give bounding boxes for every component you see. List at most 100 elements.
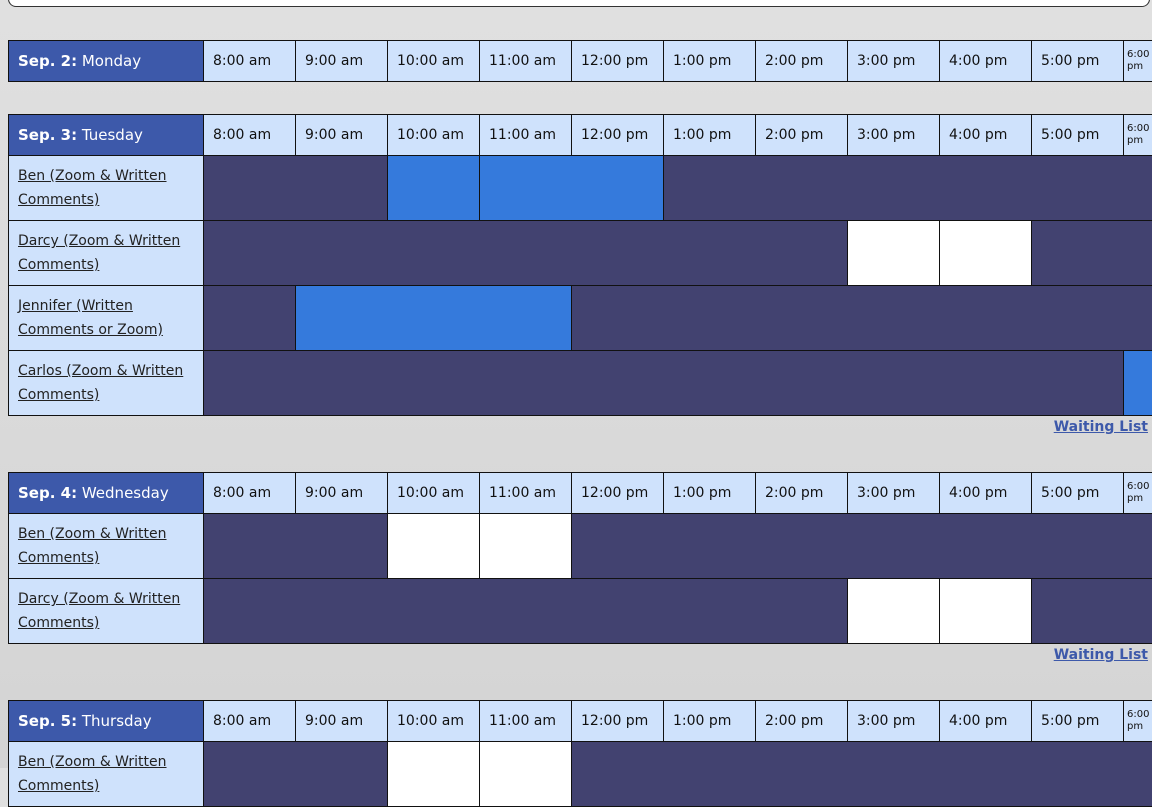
hour-header: 1:00 pm (664, 701, 756, 742)
hour-header: 5:00 pm (1032, 41, 1124, 82)
hour-header: 11:00 am (480, 115, 572, 156)
hour-header: 10:00 am (388, 473, 480, 514)
day-date: Sep. 2: (18, 52, 77, 70)
waiting-list-link[interactable]: Waiting List (1054, 419, 1148, 435)
header-row: Sep. 3: Tuesday8:00 am9:00 am10:00 am11:… (9, 115, 1152, 156)
hour-header: 3:00 pm (848, 115, 940, 156)
hour-header: 2:00 pm (756, 701, 848, 742)
hour-header: 9:00 am (296, 473, 388, 514)
hour-header: 3:00 pm (848, 473, 940, 514)
day-label: Sep. 5: Thursday (9, 701, 204, 742)
hour-header: 1:00 pm (664, 41, 756, 82)
hour-header: 8:00 am (204, 473, 296, 514)
hour-header: 10:00 am (388, 701, 480, 742)
day-schedule: Sep. 4: Wednesday8:00 am9:00 am10:00 am1… (8, 472, 1152, 644)
person-row: Ben (Zoom & Written Comments) (9, 514, 1152, 579)
day-date: Sep. 5: (18, 712, 77, 730)
slot-available[interactable] (480, 742, 572, 807)
header-row: Sep. 2: Monday8:00 am9:00 am10:00 am11:0… (9, 41, 1152, 82)
hour-header: 4:00 pm (940, 115, 1032, 156)
day-weekday: Tuesday (82, 126, 143, 144)
slot-booked (572, 742, 1152, 807)
hour-header: 6:00 pm (1124, 41, 1152, 82)
hour-header: 1:00 pm (664, 115, 756, 156)
slot-selected[interactable] (480, 156, 664, 221)
day-schedule: Sep. 2: Monday8:00 am9:00 am10:00 am11:0… (8, 40, 1152, 82)
slot-booked (1032, 579, 1152, 644)
person-row: Carlos (Zoom & Written Comments) (9, 351, 1152, 416)
day-table: Sep. 4: Wednesday8:00 am9:00 am10:00 am1… (8, 472, 1152, 644)
day-weekday: Wednesday (82, 484, 169, 502)
person-cell: Jennifer (Written Comments or Zoom) (9, 286, 204, 351)
slot-booked (204, 221, 848, 286)
day-table: Sep. 3: Tuesday8:00 am9:00 am10:00 am11:… (8, 114, 1152, 416)
slot-booked (204, 286, 296, 351)
hour-header: 10:00 am (388, 41, 480, 82)
hour-header: 4:00 pm (940, 701, 1032, 742)
day-label: Sep. 4: Wednesday (9, 473, 204, 514)
slot-selected[interactable] (296, 286, 572, 351)
day-table: Sep. 5: Thursday8:00 am9:00 am10:00 am11… (8, 700, 1152, 807)
hour-header: 5:00 pm (1032, 701, 1124, 742)
day-weekday: Monday (82, 52, 141, 70)
waiting-list-link[interactable]: Waiting List (1054, 647, 1148, 663)
slot-available[interactable] (388, 514, 480, 579)
person-row: Darcy (Zoom & Written Comments) (9, 221, 1152, 286)
hour-header: 4:00 pm (940, 41, 1032, 82)
person-link[interactable]: Darcy (Zoom & Written Comments) (18, 591, 180, 631)
hour-header: 6:00 pm (1124, 115, 1152, 156)
person-link[interactable]: Ben (Zoom & Written Comments) (18, 526, 167, 566)
slot-booked (204, 351, 1124, 416)
slot-booked (204, 742, 388, 807)
hour-header: 6:00 pm (1124, 473, 1152, 514)
person-link[interactable]: Ben (Zoom & Written Comments) (18, 168, 167, 208)
person-row: Darcy (Zoom & Written Comments) (9, 579, 1152, 644)
day-label: Sep. 2: Monday (9, 41, 204, 82)
day-schedule: Sep. 3: Tuesday8:00 am9:00 am10:00 am11:… (8, 114, 1152, 416)
slot-booked (204, 156, 388, 221)
person-link[interactable]: Ben (Zoom & Written Comments) (18, 754, 167, 794)
hour-header: 2:00 pm (756, 115, 848, 156)
hour-header: 11:00 am (480, 701, 572, 742)
slot-available[interactable] (940, 221, 1032, 286)
hour-header: 8:00 am (204, 701, 296, 742)
hour-header: 3:00 pm (848, 41, 940, 82)
hour-header: 9:00 am (296, 701, 388, 742)
slot-booked (572, 286, 1152, 351)
header-row: Sep. 4: Wednesday8:00 am9:00 am10:00 am1… (9, 473, 1152, 514)
slot-available[interactable] (388, 742, 480, 807)
day-schedule: Sep. 5: Thursday8:00 am9:00 am10:00 am11… (8, 700, 1152, 807)
person-row: Ben (Zoom & Written Comments) (9, 156, 1152, 221)
slot-booked (572, 514, 1152, 579)
day-date: Sep. 4: (18, 484, 77, 502)
hour-header: 9:00 am (296, 115, 388, 156)
hour-header: 12:00 pm (572, 473, 664, 514)
person-link[interactable]: Carlos (Zoom & Written Comments) (18, 363, 183, 403)
hour-header: 4:00 pm (940, 473, 1032, 514)
slot-selected[interactable] (1124, 351, 1152, 416)
slot-available[interactable] (480, 514, 572, 579)
person-cell: Ben (Zoom & Written Comments) (9, 156, 204, 221)
person-cell: Darcy (Zoom & Written Comments) (9, 579, 204, 644)
hour-header: 2:00 pm (756, 41, 848, 82)
person-link[interactable]: Darcy (Zoom & Written Comments) (18, 233, 180, 273)
slot-available[interactable] (848, 579, 940, 644)
slot-booked (664, 156, 1152, 221)
person-link[interactable]: Jennifer (Written Comments or Zoom) (18, 298, 163, 338)
hour-header: 5:00 pm (1032, 115, 1124, 156)
hour-header: 8:00 am (204, 41, 296, 82)
slot-booked (1032, 221, 1152, 286)
hour-header: 8:00 am (204, 115, 296, 156)
person-cell: Darcy (Zoom & Written Comments) (9, 221, 204, 286)
header-row: Sep. 5: Thursday8:00 am9:00 am10:00 am11… (9, 701, 1152, 742)
hour-header: 12:00 pm (572, 41, 664, 82)
person-row: Ben (Zoom & Written Comments) (9, 742, 1152, 807)
hour-header: 12:00 pm (572, 701, 664, 742)
slot-available[interactable] (848, 221, 940, 286)
person-cell: Ben (Zoom & Written Comments) (9, 742, 204, 807)
day-date: Sep. 3: (18, 126, 77, 144)
slot-available[interactable] (940, 579, 1032, 644)
slot-selected[interactable] (388, 156, 480, 221)
hour-header: 2:00 pm (756, 473, 848, 514)
person-cell: Carlos (Zoom & Written Comments) (9, 351, 204, 416)
